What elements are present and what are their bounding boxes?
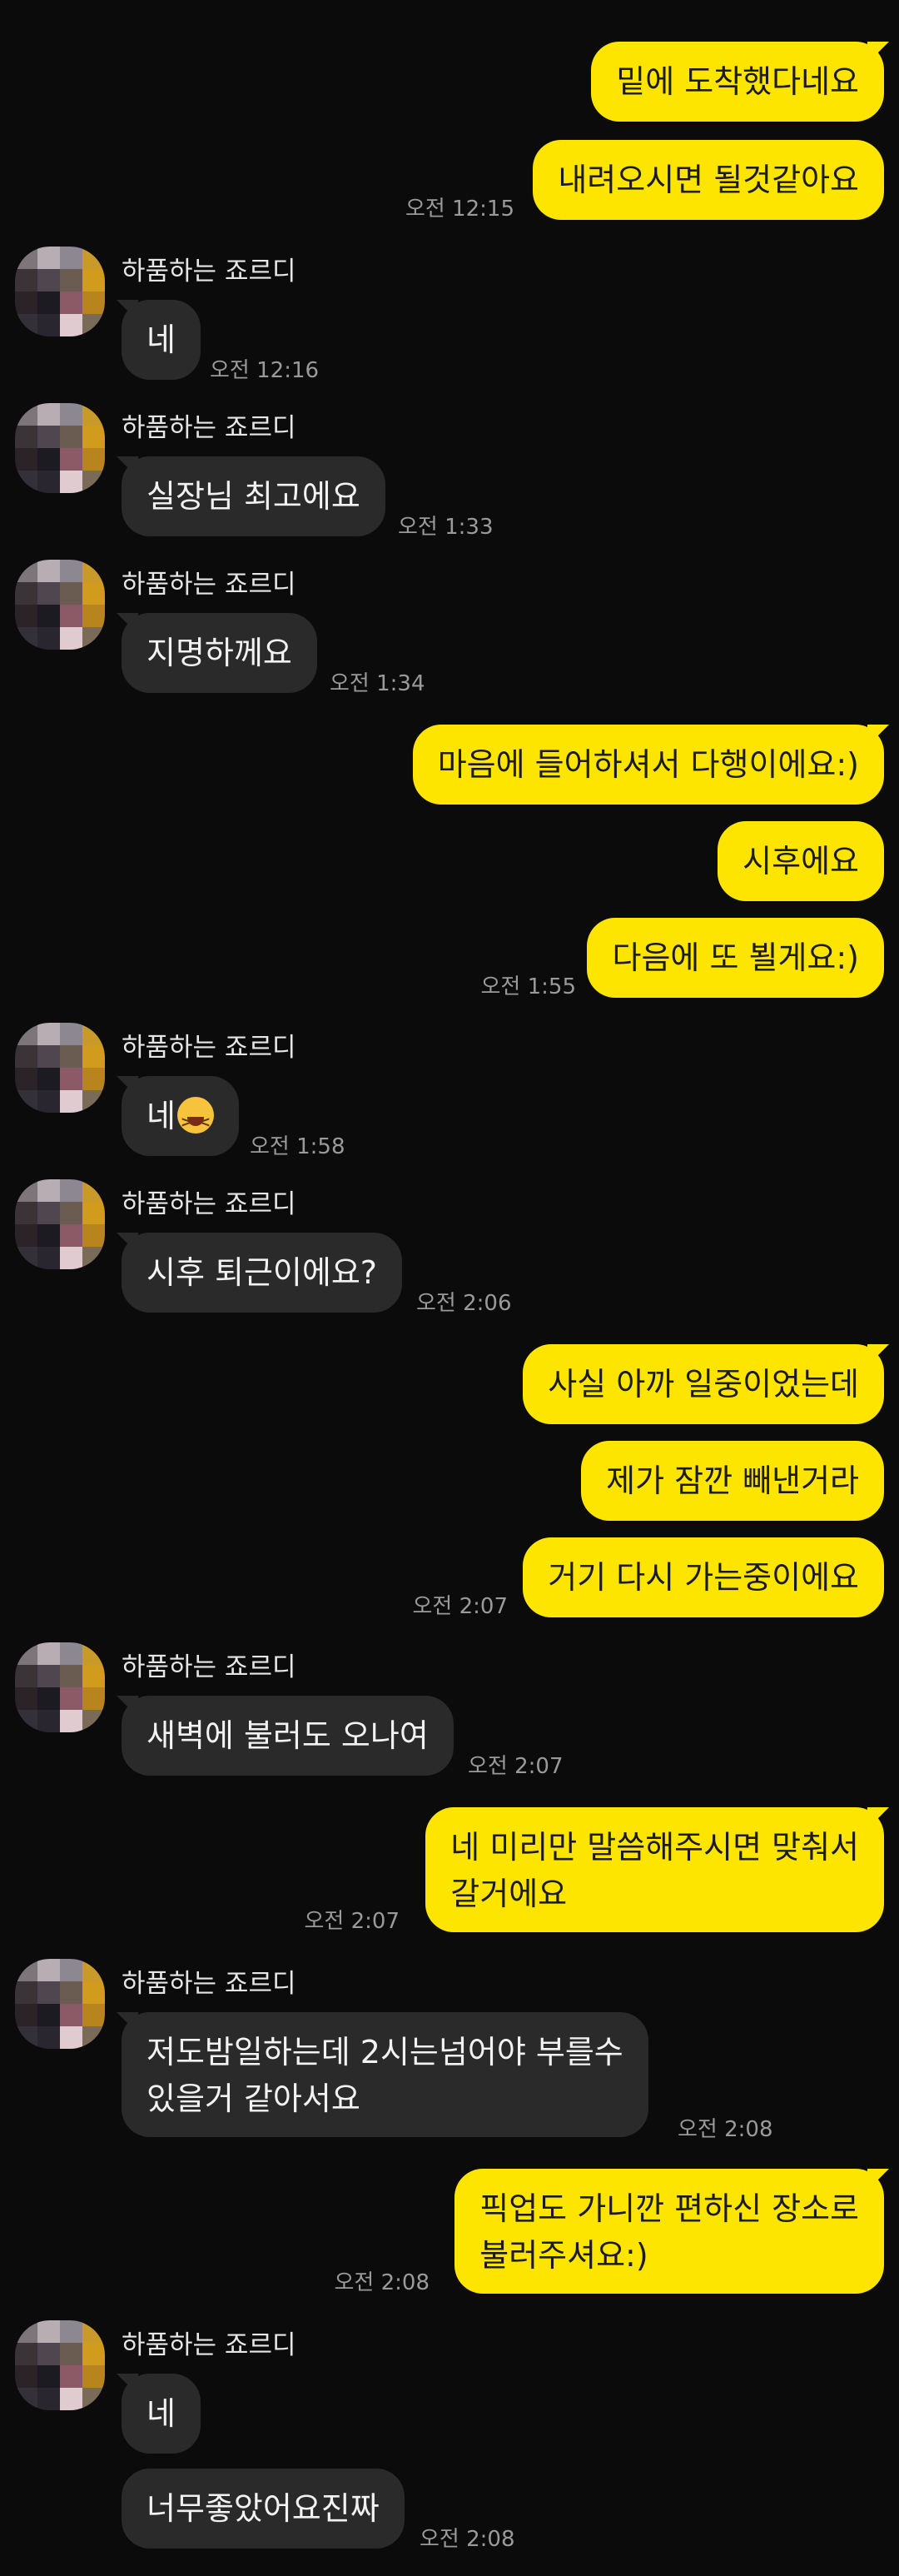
message-text-line: 불러주셔요:) — [479, 2237, 648, 2274]
my-message-bubble[interactable]: 픽업도 가니깐 편하신 장소로 불러주셔요:) — [454, 2169, 884, 2294]
avatar-image[interactable] — [15, 1179, 105, 1269]
my-message-bubble[interactable]: 사실 아까 일중이었는데 — [523, 1344, 884, 1424]
message-text-line: 저도밤일하는데 2시는넘어야 부를수 — [147, 2034, 623, 2070]
their-message-bubble[interactable]: 시후 퇴근이에요? — [122, 1233, 402, 1313]
message-time: 오전 2:08 — [678, 2117, 773, 2142]
message-time: 오전 2:08 — [334, 2270, 430, 2295]
avatar-image[interactable] — [15, 1959, 105, 2049]
message-text: 제가 잠깐 빼낸거라 — [606, 1462, 859, 1499]
avatar-image[interactable] — [15, 1023, 105, 1113]
message-text: 마음에 들어하셔서 다행이에요:) — [437, 746, 859, 783]
message-text-line: 픽업도 가니깐 편하신 장소로 — [479, 2190, 859, 2227]
their-message-bubble[interactable]: 네 — [122, 2374, 201, 2454]
avatar-image[interactable] — [15, 1642, 105, 1732]
their-message-bubble[interactable]: 지명하께요 — [122, 613, 317, 693]
my-message-bubble[interactable]: 거기 다시 가는중이에요 — [523, 1537, 884, 1617]
message-time: 오전 1:33 — [398, 515, 494, 540]
message-time: 오전 2:07 — [304, 1909, 400, 1934]
message-text: 네 — [147, 2395, 176, 2432]
my-message-bubble[interactable]: 내려오시면 될것같아요 — [533, 140, 884, 220]
message-text: 네 — [147, 1098, 176, 1134]
message-time: 오전 2:07 — [412, 1594, 509, 1619]
avatar-image[interactable] — [15, 2320, 105, 2410]
message-text-line: 갈거에요 — [450, 1876, 568, 1912]
message-time: 오전 1:58 — [250, 1134, 345, 1159]
message-text: 지명하께요 — [147, 635, 292, 671]
their-message-bubble[interactable]: 새벽에 불러도 오나여 — [122, 1696, 454, 1776]
their-message-bubble[interactable]: 너무좋았어요진짜 — [122, 2469, 405, 2549]
my-message-bubble[interactable]: 다음에 또 뵐게요:) — [587, 918, 884, 998]
my-message-bubble[interactable]: 네 미리만 말씀해주시면 맞춰서 갈거에요 — [425, 1807, 884, 1932]
message-text-line: 네 미리만 말씀해주시면 맞춰서 — [450, 1829, 859, 1866]
sender-name: 하품하는 죠르디 — [122, 1189, 296, 1219]
message-text: 거기 다시 가는중이에요 — [548, 1559, 859, 1596]
their-message-bubble[interactable]: 실장님 최고에요 — [122, 456, 385, 536]
message-text: 네 — [147, 321, 176, 358]
message-time: 오전 2:06 — [416, 1291, 512, 1316]
message-text: 실장님 최고에요 — [147, 478, 360, 515]
message-time: 오전 12:15 — [405, 197, 514, 222]
message-time: 오전 1:34 — [330, 671, 425, 696]
message-text: 내려오시면 될것같아요 — [558, 162, 859, 198]
message-text: 너무좋았어요진짜 — [147, 2490, 380, 2527]
avatar-image[interactable] — [15, 560, 105, 650]
their-message-bubble[interactable]: 네 — [122, 1076, 239, 1156]
message-text: 시후에요 — [743, 843, 859, 879]
my-message-bubble[interactable]: 마음에 들어하셔서 다행이에요:) — [412, 725, 884, 805]
message-time: 오전 1:55 — [480, 974, 577, 999]
sender-name: 하품하는 죠르디 — [122, 1969, 296, 1999]
message-text: 사실 아까 일중이었는데 — [548, 1366, 859, 1403]
avatar-image[interactable] — [15, 247, 105, 336]
message-text-line: 있을거 같아서요 — [147, 2080, 360, 2117]
sender-name: 하품하는 죠르디 — [122, 1033, 296, 1063]
sender-name: 하품하는 죠르디 — [122, 1652, 296, 1682]
message-text: 새벽에 불러도 오나여 — [147, 1717, 429, 1754]
sender-name: 하품하는 죠르디 — [122, 570, 296, 600]
message-text: 다음에 또 뵐게요:) — [612, 939, 859, 976]
message-time: 오전 2:07 — [468, 1754, 564, 1779]
sender-name: 하품하는 죠르디 — [122, 413, 296, 443]
their-message-bubble[interactable]: 네 — [122, 300, 201, 380]
my-message-bubble[interactable]: 시후에요 — [718, 821, 884, 901]
message-time: 오전 2:08 — [420, 2527, 515, 2552]
sender-name: 하품하는 죠르디 — [122, 257, 296, 286]
message-text: 밑에 도착했다네요 — [616, 63, 859, 100]
sender-name: 하품하는 죠르디 — [122, 2330, 296, 2360]
message-time: 오전 12:16 — [210, 358, 320, 383]
my-message-bubble[interactable]: 밑에 도착했다네요 — [591, 42, 884, 122]
message-text: 시후 퇴근이에요? — [147, 1254, 377, 1291]
their-message-bubble[interactable]: 저도밤일하는데 2시는넘어야 부를수 있을거 같아서요 — [122, 2012, 648, 2137]
laughing-face-emoji-icon — [176, 1097, 214, 1146]
my-message-bubble[interactable]: 제가 잠깐 빼낸거라 — [581, 1441, 884, 1521]
avatar-image[interactable] — [15, 403, 105, 493]
